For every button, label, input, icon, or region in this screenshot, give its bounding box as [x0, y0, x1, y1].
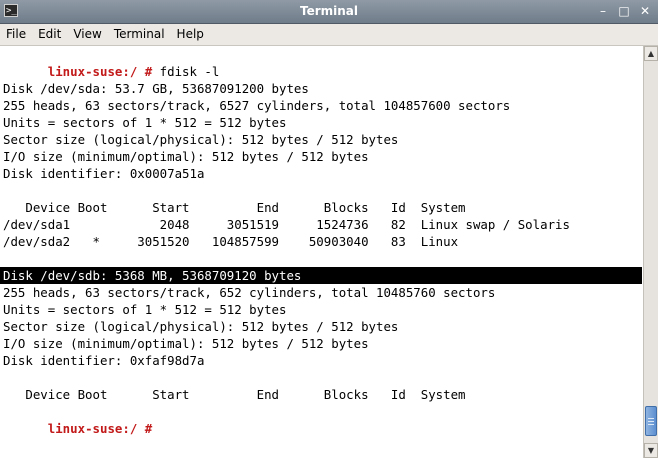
final-prompt-line[interactable]: linux-suse:/ # [3, 403, 152, 436]
window-controls: – □ ✕ [596, 3, 652, 20]
output-line: 255 heads, 63 sectors/track, 6527 cylind… [3, 98, 511, 113]
scrollbar-thumb[interactable] [645, 406, 657, 436]
vertical-scrollbar[interactable]: ▲ ▼ [643, 46, 658, 458]
command-line: linux-suse:/ # fdisk -l [3, 46, 220, 79]
menu-bar: File Edit View Terminal Help [0, 24, 658, 46]
output-line: Units = sectors of 1 * 512 = 512 bytes [3, 302, 287, 317]
output-line: 255 heads, 63 sectors/track, 652 cylinde… [3, 285, 496, 300]
title-bar[interactable]: >_ Terminal – □ ✕ [0, 0, 658, 24]
selected-line-text: Disk /dev/sdb: 5368 MB, 5368709120 bytes [3, 268, 302, 283]
grip-line [648, 424, 654, 425]
partition-table-header: Device Boot Start End Blocks Id System [3, 200, 466, 215]
scroll-down-icon[interactable]: ▼ [644, 443, 658, 458]
menu-edit[interactable]: Edit [32, 24, 67, 45]
shell-prompt: linux-suse:/ # [47, 421, 153, 436]
output-line: I/O size (minimum/optimal): 512 bytes / … [3, 149, 369, 164]
shell-prompt: linux-suse:/ # [47, 64, 153, 79]
close-icon[interactable]: ✕ [638, 3, 652, 20]
partition-row: /dev/sda2 * 3051520 104857599 50903040 8… [3, 234, 459, 249]
grip-line [648, 418, 654, 419]
terminal-window: >_ Terminal – □ ✕ File Edit View Termina… [0, 0, 658, 458]
output-line: I/O size (minimum/optimal): 512 bytes / … [3, 336, 369, 351]
selected-text-highlight[interactable]: Disk /dev/sdb: 5368 MB, 5368709120 bytes [0, 267, 642, 284]
maximize-icon[interactable]: □ [617, 3, 631, 20]
menu-terminal[interactable]: Terminal [108, 24, 171, 45]
output-line: Sector size (logical/physical): 512 byte… [3, 319, 399, 334]
partition-row: /dev/sda1 2048 3051519 1524736 82 Linux … [3, 217, 570, 232]
command-text: fdisk -l [152, 64, 220, 79]
terminal-output[interactable]: linux-suse:/ # fdisk -l Disk /dev/sda: 5… [0, 46, 642, 458]
grip-line [648, 421, 654, 422]
output-line: Sector size (logical/physical): 512 byte… [3, 132, 399, 147]
window-title: Terminal [299, 4, 359, 18]
output-line: Units = sectors of 1 * 512 = 512 bytes [3, 115, 287, 130]
output-line: Disk /dev/sda: 53.7 GB, 53687091200 byte… [3, 81, 309, 96]
partition-table-header: Device Boot Start End Blocks Id System [3, 387, 466, 402]
menu-view[interactable]: View [67, 24, 107, 45]
minimize-icon[interactable]: – [596, 3, 610, 20]
scroll-up-icon[interactable]: ▲ [644, 46, 658, 61]
menu-help[interactable]: Help [171, 24, 210, 45]
output-line: Disk identifier: 0x0007a51a [3, 166, 205, 181]
menu-file[interactable]: File [0, 24, 32, 45]
output-line: Disk identifier: 0xfaf98d7a [3, 353, 205, 368]
